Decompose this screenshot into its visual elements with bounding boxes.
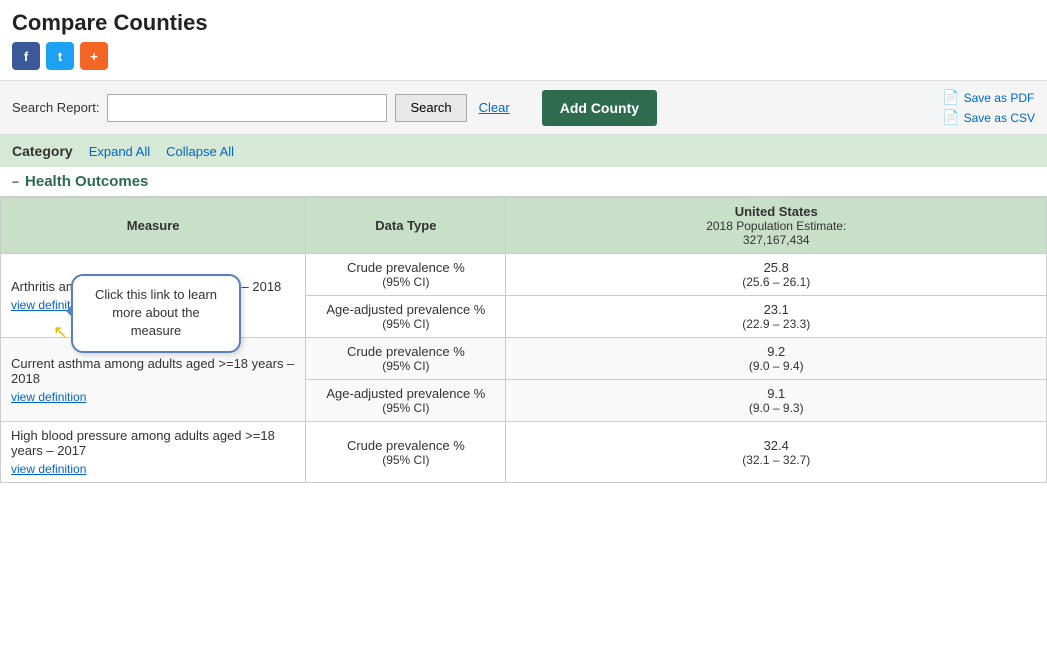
value-cell: 32.4(32.1 – 32.7) [506,422,1047,483]
section-title: − Health Outcomes [12,173,1035,190]
collapse-all-link[interactable]: Collapse All [166,144,234,159]
category-bar: Category Expand All Collapse All [0,135,1047,167]
view-definition-link[interactable]: view definition [11,462,86,476]
clear-button[interactable]: Clear [475,100,514,115]
search-button[interactable]: Search [395,94,466,122]
collapse-icon[interactable]: − [12,175,19,189]
data-table: Measure Data Type United States 2018 Pop… [0,197,1047,483]
data-type-cell: Crude prevalence %(95% CI) [306,254,506,296]
save-csv-link[interactable]: 📄 Save as CSV [942,109,1035,126]
us-title: United States [516,204,1036,219]
value-cell: 9.1(9.0 – 9.3) [506,380,1047,422]
measure-text: High blood pressure among adults aged >=… [11,428,295,458]
us-pop-label: 2018 Population Estimate: [516,219,1036,233]
table-row: High blood pressure among adults aged >=… [1,422,1047,483]
pdf-icon: 📄 [942,89,959,106]
section-header: − Health Outcomes [0,167,1047,197]
data-type-cell: Age-adjusted prevalence %(95% CI) [306,380,506,422]
data-type-cell: Crude prevalence %(95% CI) [306,338,506,380]
data-type-cell: Age-adjusted prevalence %(95% CI) [306,296,506,338]
save-links: 📄 Save as PDF 📄 Save as CSV [942,89,1035,126]
search-report-label: Search Report: [12,100,99,115]
social-bar: f t + [0,42,1047,80]
tooltip-container: view definitionClick this link to learn … [11,294,86,312]
data-type-cell: Crude prevalence %(95% CI) [306,422,506,483]
save-pdf-link[interactable]: 📄 Save as PDF [942,89,1035,106]
view-definition-link[interactable]: view definition [11,390,86,404]
add-county-button[interactable]: Add County [542,90,657,126]
category-label: Category [12,143,73,159]
us-pop-value: 327,167,434 [516,233,1036,247]
share-icon[interactable]: + [80,42,108,70]
csv-icon: 📄 [942,109,959,126]
table-row: Arthritis among adults aged >=18 years –… [1,254,1047,296]
search-input[interactable] [107,94,387,122]
toolbar: Search Report: Search Clear Add County 📄… [0,80,1047,135]
page-title: Compare Counties [0,0,1047,42]
cursor-icon: ↖ [53,322,68,343]
th-data-type: Data Type [306,198,506,254]
facebook-icon[interactable]: f [12,42,40,70]
value-cell: 23.1(22.9 – 23.3) [506,296,1047,338]
value-cell: 25.8(25.6 – 26.1) [506,254,1047,296]
measure-text: Current asthma among adults aged >=18 ye… [11,356,295,386]
section-title-text: Health Outcomes [25,173,148,190]
expand-all-link[interactable]: Expand All [89,144,150,159]
th-measure: Measure [1,198,306,254]
tooltip-bubble: Click this link to learn more about the … [71,274,241,353]
value-cell: 9.2(9.0 – 9.4) [506,338,1047,380]
measure-cell: Arthritis among adults aged >=18 years –… [1,254,306,338]
twitter-icon[interactable]: t [46,42,74,70]
measure-cell: High blood pressure among adults aged >=… [1,422,306,483]
th-us: United States 2018 Population Estimate: … [506,198,1047,254]
